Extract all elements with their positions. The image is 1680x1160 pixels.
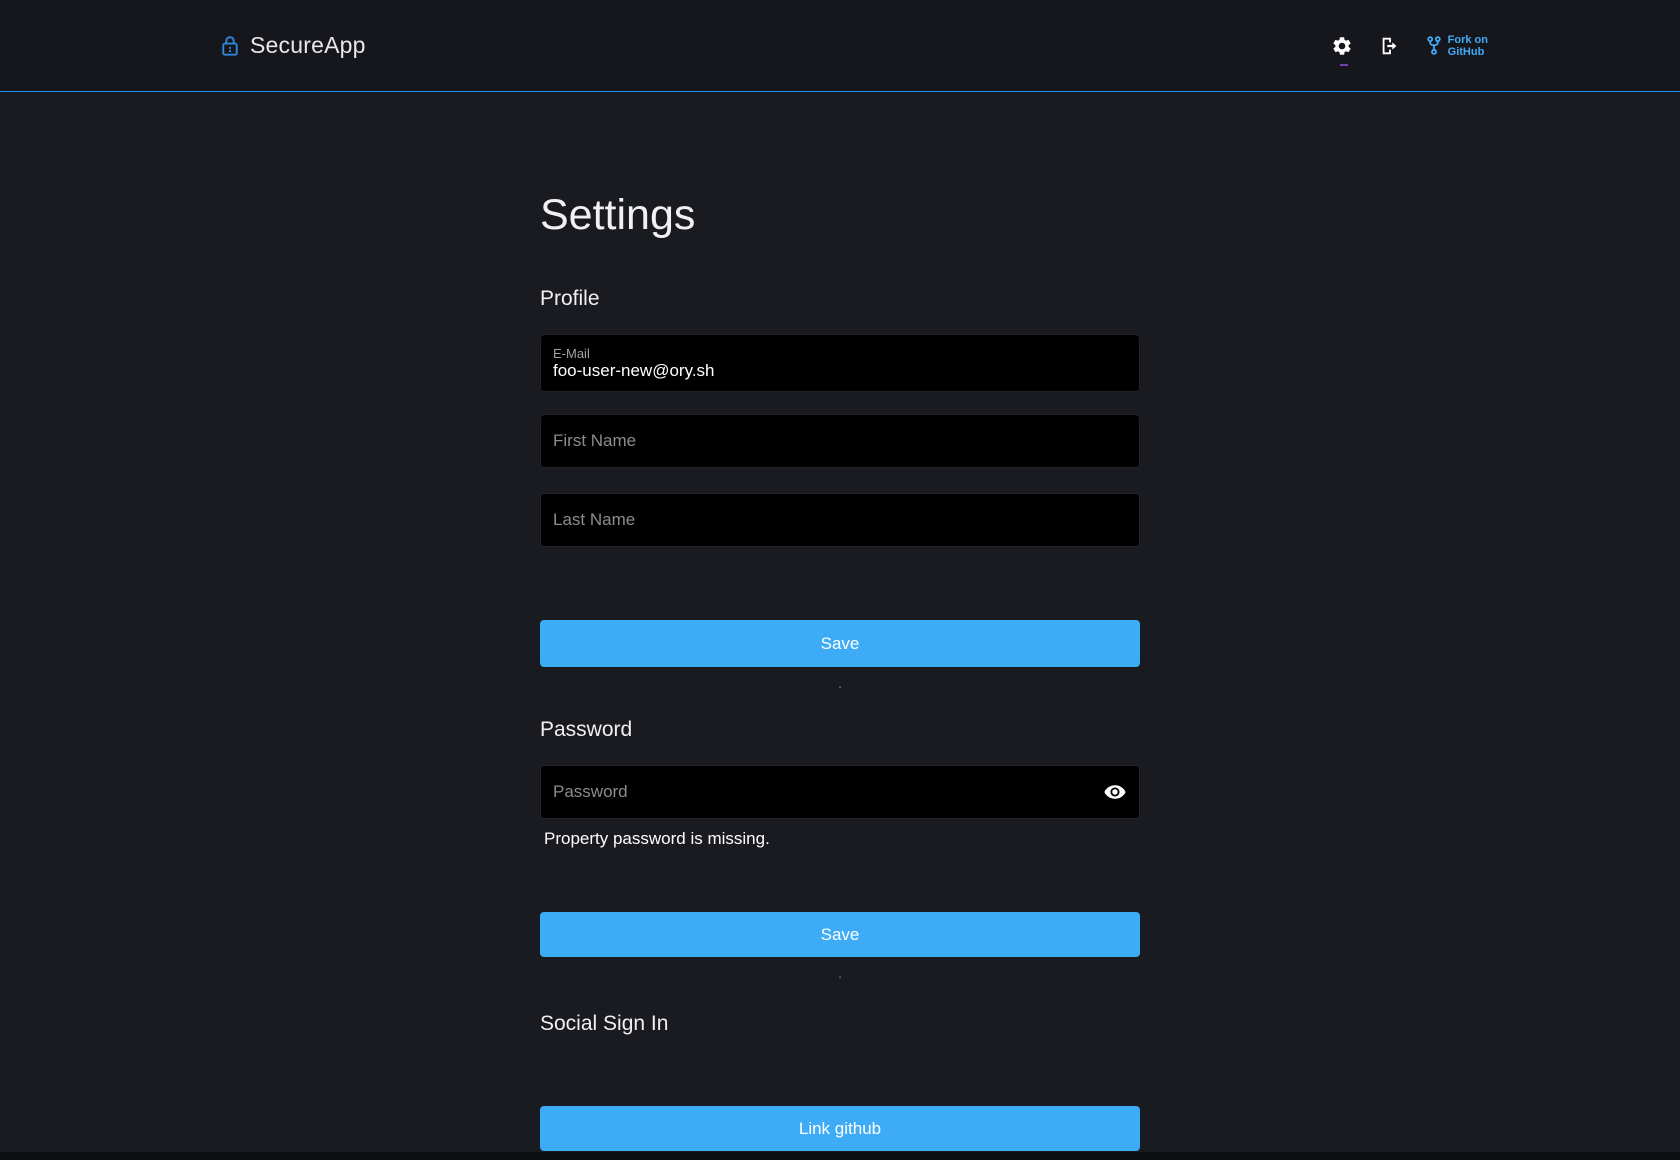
settings-page: Settings Profile E-Mail Save . Password … [540, 192, 1140, 1151]
link-github-button[interactable]: Link github [540, 1106, 1140, 1151]
profile-save-button[interactable]: Save [540, 620, 1140, 667]
settings-button[interactable] [1331, 35, 1353, 57]
social-section-heading: Social Sign In [540, 1011, 1140, 1036]
page-title: Settings [540, 192, 1140, 239]
password-visibility-toggle[interactable] [1103, 780, 1127, 804]
logout-button[interactable] [1379, 35, 1401, 57]
profile-section-heading: Profile [540, 286, 1140, 311]
fork-icon [1427, 36, 1441, 55]
password-save-button[interactable]: Save [540, 912, 1140, 957]
bottom-edge-strip [0, 1152, 1680, 1160]
profile-messages-dot: . [540, 676, 1140, 692]
password-section-heading: Password [540, 717, 1140, 742]
password-input[interactable] [553, 782, 1095, 802]
top-navbar: SecureApp [0, 0, 1680, 92]
app-logo[interactable]: SecureApp [222, 32, 366, 59]
first-name-input[interactable] [553, 431, 1127, 451]
gear-icon [1331, 35, 1353, 57]
lock-icon [222, 36, 238, 56]
email-field-label: E-Mail [553, 346, 1127, 361]
password-messages-dot: . [540, 966, 1140, 982]
navbar-actions: Fork on GitHub [1331, 0, 1488, 91]
last-name-input[interactable] [553, 510, 1127, 530]
email-input[interactable] [553, 361, 1127, 381]
eye-icon [1103, 780, 1127, 804]
email-field-container: E-Mail [540, 334, 1140, 392]
fork-link-label: Fork on GitHub [1448, 34, 1488, 58]
password-field-container [540, 765, 1140, 819]
app-title: SecureApp [250, 32, 366, 59]
last-name-field-container [540, 493, 1140, 547]
first-name-field-container [540, 414, 1140, 468]
fork-on-github-link[interactable]: Fork on GitHub [1427, 34, 1488, 58]
focus-underline [1340, 64, 1348, 66]
logout-icon [1379, 35, 1401, 57]
password-error-message: Property password is missing. [544, 828, 1140, 850]
